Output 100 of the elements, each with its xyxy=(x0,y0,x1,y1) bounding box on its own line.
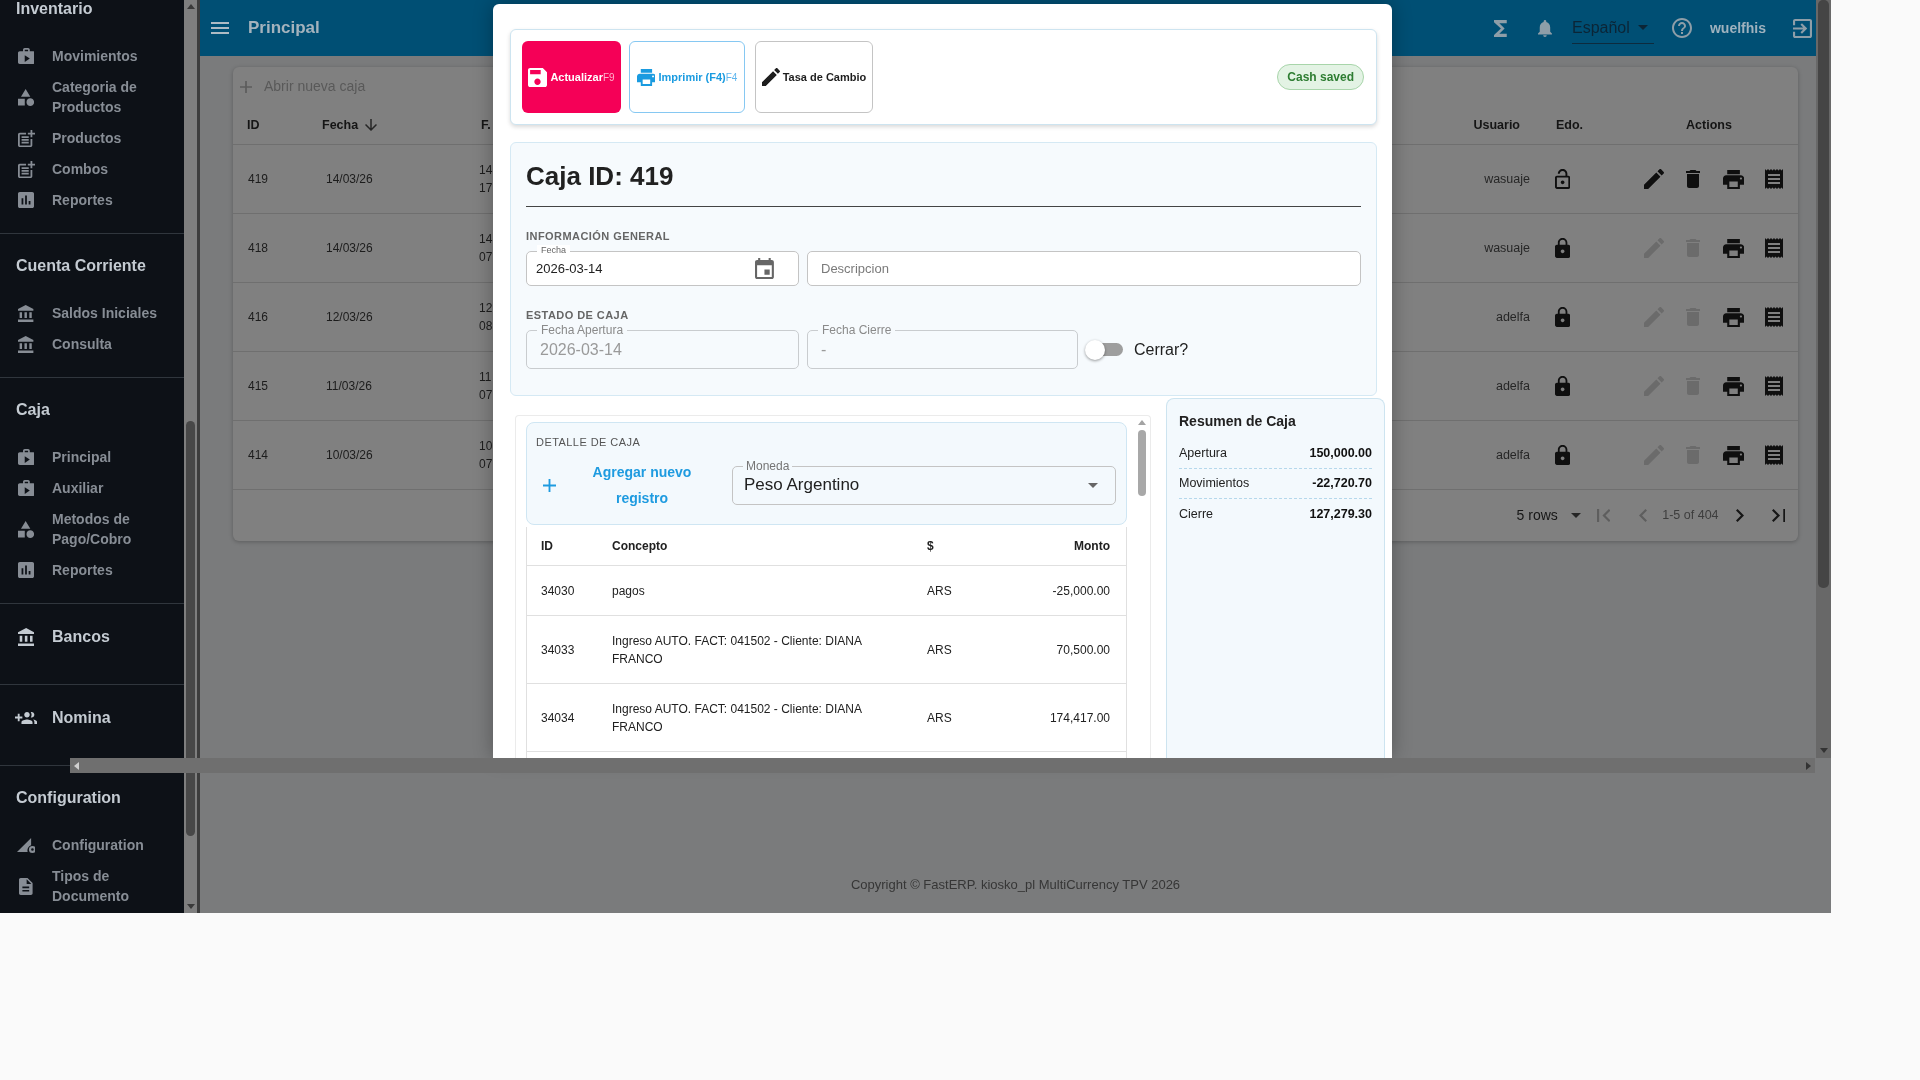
sidebar-item[interactable]: Principal xyxy=(0,441,184,473)
printer-icon[interactable] xyxy=(1723,376,1745,396)
pencil-icon[interactable] xyxy=(1644,169,1664,189)
column-header: Concepto xyxy=(612,539,668,553)
sidebar-item[interactable]: Reportes xyxy=(0,554,184,586)
bank-icon xyxy=(17,627,35,646)
column-header: ID xyxy=(541,539,553,553)
sidebar-section-title: Cuenta Corriente xyxy=(15,256,147,276)
section-heading: DETALLE DE CAJA xyxy=(536,435,642,449)
table-cell: 12/03/26 xyxy=(326,310,373,324)
sidebar-scrollbar[interactable] xyxy=(184,0,200,913)
add-record-button[interactable]: Agregar nuevo registro xyxy=(536,459,697,511)
column-header[interactable]: ID xyxy=(247,115,260,135)
user-name[interactable]: wuelfhis xyxy=(1710,17,1766,39)
first-page-icon[interactable] xyxy=(1596,509,1611,522)
table-cell: pagos xyxy=(612,583,645,598)
bank-icon xyxy=(18,335,34,353)
bar-chart-icon xyxy=(18,562,34,578)
sidebar-item[interactable]: Tipos de Documento xyxy=(0,860,184,912)
table-cell: ARS xyxy=(927,710,952,725)
chevron-left-icon[interactable] xyxy=(1639,509,1648,522)
description-field[interactable]: Descripcion xyxy=(807,251,1361,286)
last-page-icon[interactable] xyxy=(1771,509,1785,522)
sidebar-item[interactable]: Reportes xyxy=(0,184,184,216)
sidebar-item[interactable]: Metodos de Pago/Cobro xyxy=(0,503,184,555)
summary-value: 150,000.00 xyxy=(1309,445,1372,463)
column-header[interactable]: Edo. xyxy=(1556,115,1584,135)
sidebar-item[interactable]: Categoria de Productos xyxy=(0,71,184,123)
help-icon[interactable] xyxy=(1672,18,1692,38)
sidebar-item[interactable]: Consulta xyxy=(0,328,184,360)
briefcase-icon xyxy=(17,48,35,64)
section-heading: INFORMACIÓN GENERAL xyxy=(526,229,672,243)
bell-icon[interactable] xyxy=(1538,19,1552,37)
receipt-icon[interactable] xyxy=(1765,169,1784,189)
calendar-icon[interactable] xyxy=(755,258,774,279)
caret-icon xyxy=(1570,513,1581,518)
shapes-icon xyxy=(17,88,35,106)
printer-icon[interactable] xyxy=(1723,445,1745,465)
column-header[interactable]: Actions xyxy=(1686,115,1732,135)
table-cell-text: 10 07 xyxy=(479,438,493,473)
sidebar-item[interactable]: Bancos xyxy=(0,621,184,652)
chevron-right-icon[interactable] xyxy=(1735,509,1744,522)
receipt-icon[interactable] xyxy=(1765,376,1784,396)
column-header[interactable]: Fecha xyxy=(322,115,378,135)
table-cell: 414 xyxy=(248,448,269,462)
trash-icon[interactable] xyxy=(1686,170,1700,188)
table-cell: 415 xyxy=(248,379,269,393)
table-cell: 174,417.00 xyxy=(1049,710,1110,725)
sidebar-item[interactable]: Combos xyxy=(0,153,184,185)
table-cell: 419 xyxy=(248,172,269,186)
sigma-icon[interactable] xyxy=(1494,19,1508,37)
briefcase-icon xyxy=(17,480,35,496)
table-cell-text: 14 07 xyxy=(479,231,493,266)
sidebar-item[interactable]: Auxiliar xyxy=(0,472,184,504)
set-square-gear-icon xyxy=(16,837,36,853)
sidebar-item[interactable]: Nomina xyxy=(0,702,184,733)
table-cell-text: 12 08 xyxy=(479,300,493,335)
table-cell-text: 14 17 xyxy=(479,162,493,197)
horizontal-scrollbar[interactable] xyxy=(70,758,1815,773)
caret-icon xyxy=(1088,482,1098,488)
summary-title: Resumen de Caja xyxy=(1179,412,1297,430)
table-cell: 70,500.00 xyxy=(1056,642,1110,657)
page-title: Principal xyxy=(248,17,320,40)
table-cell: 11/03/26 xyxy=(326,379,372,393)
receipt-icon[interactable] xyxy=(1765,238,1784,258)
menu-icon[interactable] xyxy=(211,22,229,34)
shapes-icon xyxy=(17,520,35,538)
logout-icon[interactable] xyxy=(1793,18,1812,38)
toggle-switch[interactable] xyxy=(1085,339,1123,360)
exchange-rate-button[interactable]: Tasa de Cambio xyxy=(755,41,873,113)
sidebar-item[interactable]: Productos xyxy=(0,122,184,154)
column-header[interactable]: F. xyxy=(481,115,491,135)
document-plus-icon xyxy=(17,129,35,147)
table-cell: -25,000.00 xyxy=(1052,583,1110,598)
field-label: Fecha Apertura xyxy=(537,323,628,337)
receipt-icon[interactable] xyxy=(1765,445,1784,465)
table-cell-text: wasuaje xyxy=(1484,170,1530,188)
rows-per-page-select[interactable]: 5 rows xyxy=(1516,505,1581,526)
field-label: Fecha Cierre xyxy=(818,323,896,337)
summary-value: 127,279.30 xyxy=(1309,505,1372,523)
field-label: Fecha xyxy=(537,245,570,256)
sidebar-item[interactable]: Saldos Iniciales xyxy=(0,297,184,329)
sidebar-item[interactable]: Movimientos xyxy=(0,40,184,72)
summary-value: -22,720.70 xyxy=(1312,475,1372,493)
receipt-icon[interactable] xyxy=(1765,307,1784,327)
printer-icon xyxy=(636,68,656,86)
print-button[interactable]: Imprimir (F4)F4 xyxy=(629,41,745,113)
briefcase-icon xyxy=(17,449,35,465)
page-scrollbar[interactable] xyxy=(1816,0,1831,758)
printer-icon[interactable] xyxy=(1723,238,1745,258)
column-header[interactable]: Usuario xyxy=(1473,115,1520,135)
printer-icon[interactable] xyxy=(1723,307,1745,327)
summary-label: Apertura xyxy=(1179,445,1227,463)
sidebar-item[interactable]: Configuration xyxy=(0,829,184,861)
update-button[interactable]: ActualizarF9 xyxy=(522,41,621,113)
table-cell: Ingreso AUTO. FACT: 041502 - Cliente: DIANA FRANCO xyxy=(612,633,862,666)
column-header: $ xyxy=(927,539,934,553)
printer-icon[interactable] xyxy=(1723,169,1745,189)
people-plus-icon xyxy=(14,711,38,724)
dialog-title: Caja ID: 419 xyxy=(526,163,675,189)
